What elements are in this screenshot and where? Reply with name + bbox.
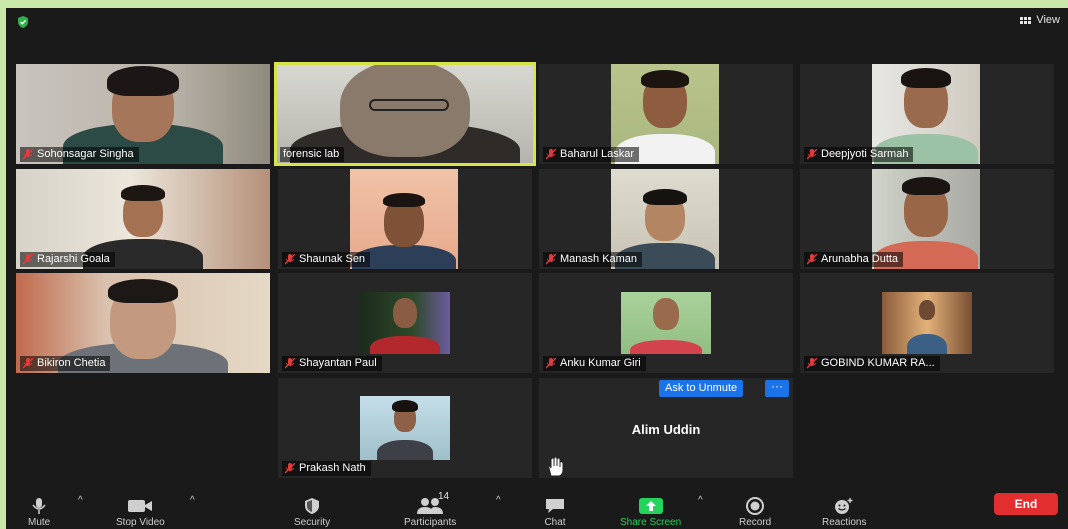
muted-mic-icon bbox=[807, 254, 817, 265]
participant-video bbox=[882, 292, 972, 354]
participants-button[interactable]: 14 Participants bbox=[404, 491, 456, 528]
participant-name-label: forensic lab bbox=[280, 147, 345, 162]
more-options-button[interactable]: ··· bbox=[765, 380, 789, 397]
muted-mic-icon bbox=[23, 358, 33, 369]
muted-mic-icon bbox=[23, 254, 33, 265]
video-tile[interactable]: Prakash Nath bbox=[278, 378, 532, 478]
video-options-caret-icon[interactable]: ^ bbox=[190, 495, 195, 506]
end-meeting-button[interactable]: End bbox=[994, 493, 1058, 515]
muted-mic-icon bbox=[285, 358, 295, 369]
share-screen-icon bbox=[638, 498, 663, 514]
video-tile[interactable]: Arunabha Dutta bbox=[800, 169, 1054, 269]
reactions-smiley-icon bbox=[835, 498, 853, 514]
participants-count: 14 bbox=[438, 491, 450, 502]
video-tile[interactable]: Sohonsagar Singha bbox=[16, 64, 270, 164]
ask-to-unmute-button[interactable]: Ask to Unmute bbox=[659, 380, 744, 397]
participant-name-label: GOBIND KUMAR RA... bbox=[804, 356, 940, 371]
hand-cursor-icon bbox=[548, 456, 564, 477]
record-button[interactable]: Record bbox=[739, 497, 771, 528]
security-button[interactable]: Security bbox=[294, 497, 330, 528]
participant-name-label: Deepjyoti Sarmah bbox=[804, 147, 914, 162]
share-screen-button[interactable]: Share Screen bbox=[620, 497, 681, 528]
video-tile[interactable]: Manash Kaman bbox=[539, 169, 793, 269]
share-options-caret-icon[interactable]: ^ bbox=[698, 495, 703, 506]
video-tile[interactable]: Shayantan Paul bbox=[278, 273, 532, 373]
participant-name-label: Manash Kaman bbox=[543, 252, 643, 267]
video-tile[interactable]: Shaunak Sen bbox=[278, 169, 532, 269]
meeting-toolbar: Mute ^ Stop Video ^ Security 14 Particip… bbox=[6, 491, 1068, 529]
mute-button[interactable]: Mute bbox=[28, 497, 50, 528]
video-tile[interactable]: Baharul Laskar bbox=[539, 64, 793, 164]
muted-mic-icon bbox=[546, 149, 556, 160]
participant-name-label: Arunabha Dutta bbox=[804, 252, 904, 267]
video-tile-no-video[interactable]: Ask to Unmute ··· Alim Uddin bbox=[539, 378, 793, 478]
muted-mic-icon bbox=[807, 149, 817, 160]
security-shield-icon bbox=[305, 498, 320, 514]
participant-name-label: Anku Kumar Giri bbox=[543, 356, 646, 371]
muted-mic-icon bbox=[23, 149, 33, 160]
muted-mic-icon bbox=[807, 358, 817, 369]
participant-video bbox=[621, 292, 711, 354]
encryption-shield-icon[interactable] bbox=[16, 15, 30, 29]
participant-video bbox=[360, 396, 450, 460]
grid-view-icon bbox=[1020, 16, 1032, 24]
participant-name-label: Prakash Nath bbox=[282, 461, 371, 476]
video-tile-active-speaker[interactable]: forensic lab bbox=[274, 62, 536, 166]
mute-options-caret-icon[interactable]: ^ bbox=[78, 495, 83, 506]
stop-video-button[interactable]: Stop Video bbox=[116, 497, 165, 528]
participant-name-label: Alim Uddin bbox=[631, 422, 701, 437]
participant-name-label: Sohonsagar Singha bbox=[20, 147, 139, 162]
muted-mic-icon bbox=[285, 463, 295, 474]
participant-name-label: Shayantan Paul bbox=[282, 356, 382, 371]
view-button[interactable]: View bbox=[1020, 14, 1060, 26]
muted-mic-icon bbox=[546, 358, 556, 369]
participants-options-caret-icon[interactable]: ^ bbox=[496, 495, 501, 506]
video-tile[interactable]: Anku Kumar Giri bbox=[539, 273, 793, 373]
chat-bubble-icon bbox=[546, 499, 564, 513]
video-tile[interactable]: Bikiron Chetia bbox=[16, 273, 270, 373]
participant-name-label: Shaunak Sen bbox=[282, 252, 371, 267]
muted-mic-icon bbox=[546, 254, 556, 265]
video-tile[interactable]: GOBIND KUMAR RA... bbox=[800, 273, 1054, 373]
video-tile[interactable]: Rajarshi Goala bbox=[16, 169, 270, 269]
participant-video bbox=[360, 292, 450, 354]
record-icon bbox=[746, 497, 765, 515]
microphone-icon bbox=[32, 498, 46, 514]
video-tile[interactable]: Deepjyoti Sarmah bbox=[800, 64, 1054, 164]
participant-name-label: Bikiron Chetia bbox=[20, 356, 111, 371]
muted-mic-icon bbox=[285, 254, 295, 265]
participant-name-label: Baharul Laskar bbox=[543, 147, 639, 162]
reactions-button[interactable]: Reactions bbox=[822, 497, 866, 528]
video-camera-icon bbox=[128, 500, 153, 512]
chat-button[interactable]: Chat bbox=[544, 497, 566, 528]
zoom-meeting-window: View Sohonsagar Singha forensic lab Baha… bbox=[6, 8, 1068, 529]
participant-name-label: Rajarshi Goala bbox=[20, 252, 115, 267]
